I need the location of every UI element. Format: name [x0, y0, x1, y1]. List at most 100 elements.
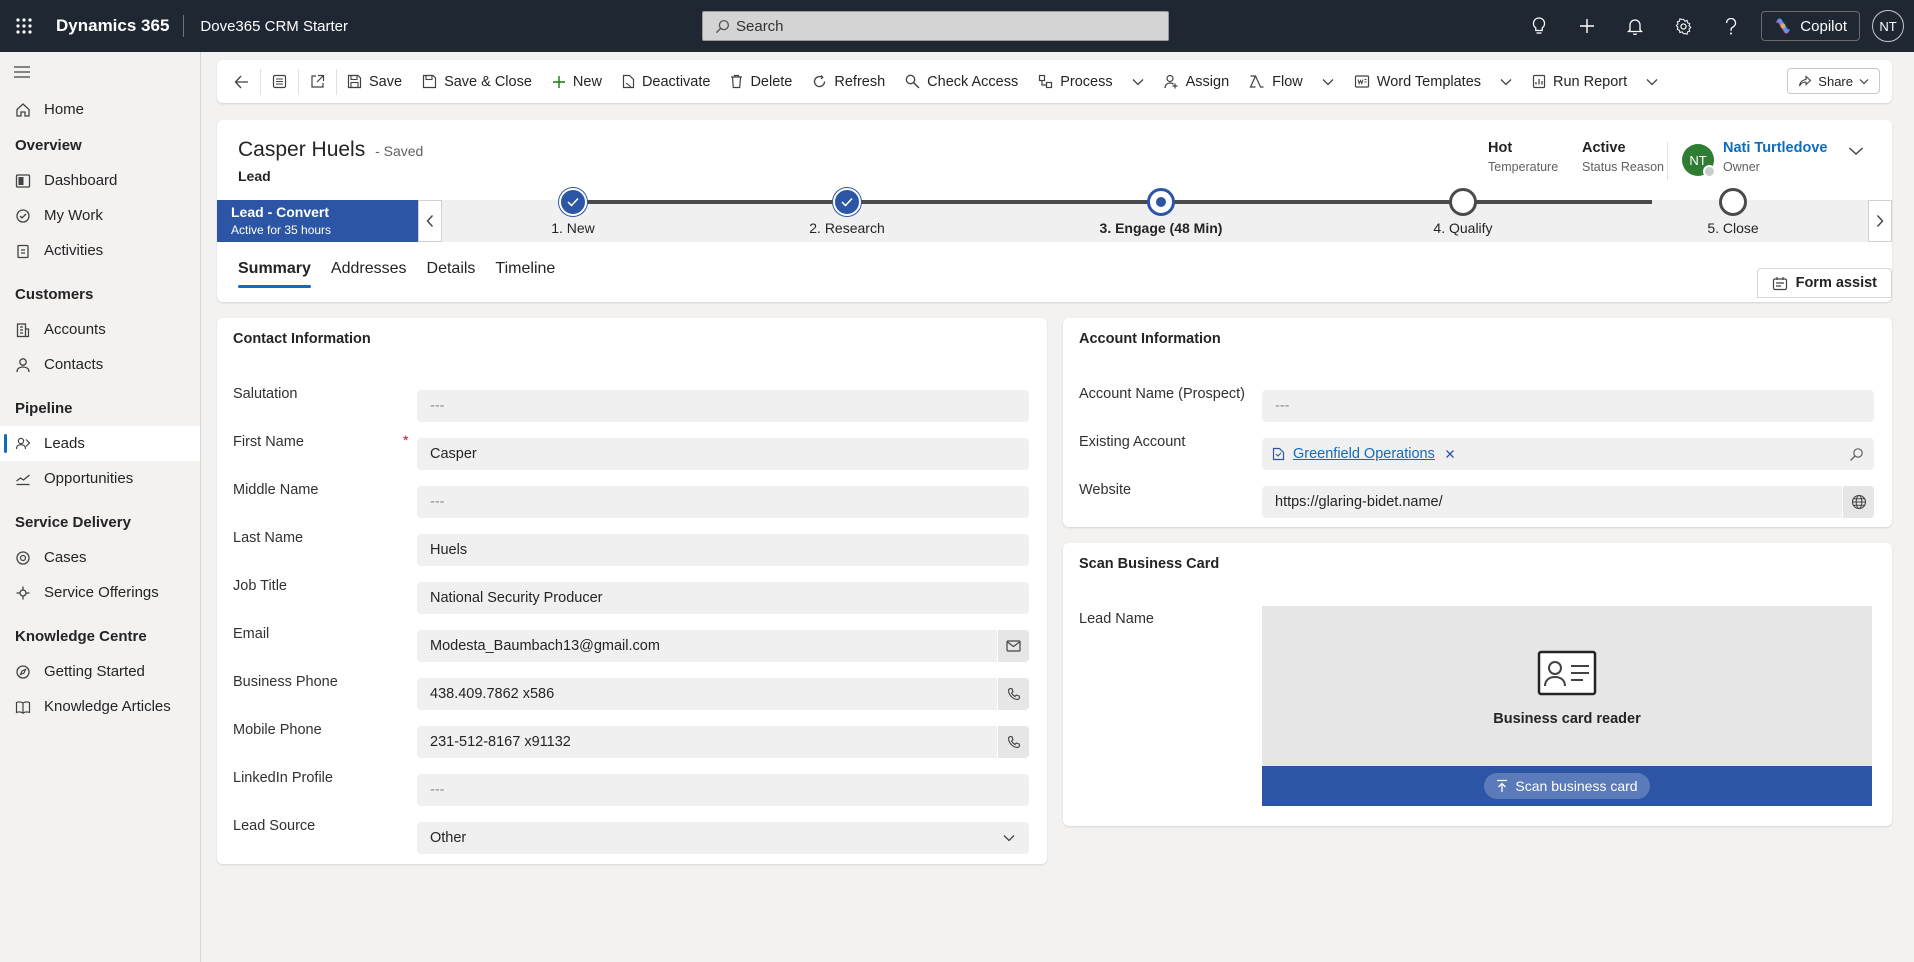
- website-input[interactable]: https://glaring-bidet.name/: [1262, 486, 1874, 518]
- sidebar-item-accounts[interactable]: Accounts: [0, 312, 200, 347]
- business-phone-input[interactable]: 438.409.7862 x586: [417, 678, 1029, 710]
- plus-icon: [552, 75, 566, 89]
- assign-label: Assign: [1185, 73, 1230, 90]
- lookup-search-icon[interactable]: [1849, 447, 1864, 462]
- save-close-button[interactable]: Save & Close: [412, 65, 542, 99]
- app-launcher-icon[interactable]: [0, 0, 48, 52]
- sidebar-item-opportunities[interactable]: Opportunities: [0, 461, 200, 496]
- existing-account-link[interactable]: Greenfield Operations: [1293, 446, 1435, 462]
- form-view-button[interactable]: [261, 65, 298, 99]
- salutation-input[interactable]: ---: [417, 390, 1029, 422]
- bpf-active-process[interactable]: Lead - Convert Active for 35 hours: [217, 200, 418, 242]
- app-name[interactable]: Dynamics 365: [48, 16, 183, 36]
- deactivate-button[interactable]: Deactivate: [612, 65, 721, 99]
- sidebar-item-getting-started[interactable]: Getting Started: [0, 654, 200, 689]
- add-icon[interactable]: [1563, 0, 1611, 52]
- back-button[interactable]: [223, 65, 260, 99]
- globe-icon: [1851, 494, 1867, 510]
- sidebar-item-leads[interactable]: Leads: [0, 426, 200, 461]
- phone-icon: [1007, 687, 1021, 701]
- mobile-phone-input[interactable]: 231-512-8167 x91132: [417, 726, 1029, 758]
- tab-details[interactable]: Details: [427, 260, 476, 288]
- lightbulb-icon[interactable]: [1515, 0, 1563, 52]
- hamburger-menu-icon[interactable]: [0, 52, 200, 92]
- search-icon: [905, 74, 920, 89]
- run-report-label: Run Report: [1553, 73, 1628, 90]
- header-expand-chevron-icon[interactable]: [1848, 146, 1864, 156]
- tab-addresses[interactable]: Addresses: [331, 260, 407, 288]
- sidebar-item-knowledge-articles[interactable]: Knowledge Articles: [0, 689, 200, 724]
- new-button[interactable]: New: [542, 65, 612, 99]
- account-name-input[interactable]: ---: [1262, 390, 1874, 422]
- chevron-right-icon: [1876, 214, 1884, 228]
- header-field-status-reason[interactable]: Active Status Reason: [1582, 140, 1664, 174]
- sidebar-item-home[interactable]: Home: [0, 92, 200, 127]
- help-icon[interactable]: [1707, 0, 1755, 52]
- bpf-stage-close[interactable]: 5. Close: [1653, 188, 1813, 236]
- environment-name[interactable]: Dove365 CRM Starter: [184, 18, 348, 35]
- open-website-button[interactable]: [1842, 486, 1874, 518]
- sidebar-item-my-work[interactable]: My Work: [0, 198, 200, 233]
- call-mobile-phone-button[interactable]: [997, 726, 1029, 758]
- word-templates-button[interactable]: Word Templates: [1344, 65, 1522, 99]
- field-label: Business Phone: [233, 674, 338, 690]
- sidebar-item-service-offerings[interactable]: Service Offerings: [0, 575, 200, 610]
- linkedin-profile-input[interactable]: ---: [417, 774, 1029, 806]
- sidebar-item-dashboard[interactable]: Dashboard: [0, 163, 200, 198]
- check-access-button[interactable]: Check Access: [895, 65, 1028, 99]
- gear-icon[interactable]: [1659, 0, 1707, 52]
- delete-button[interactable]: Delete: [720, 65, 802, 99]
- tab-summary[interactable]: Summary: [238, 260, 311, 288]
- sidebar-item-activities[interactable]: Activities: [0, 233, 200, 268]
- last-name-input[interactable]: Huels: [417, 534, 1029, 566]
- copilot-label: Copilot: [1800, 17, 1847, 35]
- send-email-button[interactable]: [997, 630, 1029, 662]
- header-field-temperature[interactable]: Hot Temperature: [1488, 140, 1558, 174]
- refresh-button[interactable]: Refresh: [802, 65, 895, 99]
- bpf-stage-research[interactable]: 2. Research: [767, 188, 927, 236]
- user-avatar[interactable]: NT: [1872, 10, 1904, 42]
- flow-button[interactable]: Flow: [1239, 65, 1344, 99]
- field-label: First Name: [233, 434, 304, 450]
- person-icon: [15, 357, 31, 373]
- tab-timeline[interactable]: Timeline: [495, 260, 555, 288]
- form-assist-button[interactable]: Form assist: [1756, 268, 1892, 298]
- field-email: Email Modesta_Baumbach13@gmail.com: [233, 624, 1029, 662]
- bpf-stage-engage[interactable]: 3. Engage (48 Min): [1061, 188, 1261, 236]
- dashboard-icon: [15, 173, 31, 189]
- lead-source-select[interactable]: Other: [417, 822, 1029, 854]
- bpf-duration: Active for 35 hours: [231, 223, 332, 237]
- global-search-input[interactable]: Search: [702, 11, 1169, 41]
- bpf-stage-new[interactable]: 1. New: [493, 188, 653, 236]
- bpf-next-button[interactable]: [1868, 200, 1892, 242]
- owner-name-link[interactable]: Nati Turtledove: [1723, 140, 1827, 156]
- save-button[interactable]: Save: [337, 65, 412, 99]
- copilot-button[interactable]: Copilot: [1761, 11, 1860, 41]
- share-button[interactable]: Share: [1787, 68, 1880, 94]
- open-new-window-button[interactable]: [299, 65, 336, 99]
- form-assist-icon: [1772, 276, 1788, 291]
- bell-icon[interactable]: [1611, 0, 1659, 52]
- remove-lookup-icon[interactable]: [1445, 449, 1455, 459]
- sidebar-item-cases[interactable]: Cases: [0, 540, 200, 575]
- bpf-previous-button[interactable]: [418, 200, 442, 242]
- bpf-stage-qualify[interactable]: 4. Qualify: [1383, 188, 1543, 236]
- mail-icon: [1006, 640, 1021, 652]
- field-last-name: Last Name Huels: [233, 528, 1029, 566]
- existing-account-lookup[interactable]: Greenfield Operations: [1262, 438, 1874, 470]
- owner-avatar[interactable]: NT: [1682, 144, 1716, 178]
- assign-button[interactable]: Assign: [1154, 65, 1240, 99]
- middle-name-input[interactable]: ---: [417, 486, 1029, 518]
- sidebar-item-contacts[interactable]: Contacts: [0, 347, 200, 382]
- save-close-label: Save & Close: [444, 73, 532, 90]
- scan-business-card-button[interactable]: Scan business card: [1484, 773, 1650, 799]
- call-business-phone-button[interactable]: [997, 678, 1029, 710]
- job-title-input[interactable]: National Security Producer: [417, 582, 1029, 614]
- email-input[interactable]: Modesta_Baumbach13@gmail.com: [417, 630, 1029, 662]
- run-report-button[interactable]: Run Report: [1522, 65, 1668, 99]
- stage-complete-check-icon: [559, 188, 587, 216]
- first-name-input[interactable]: Casper: [417, 438, 1029, 470]
- field-website: Website https://glaring-bidet.name/: [1079, 480, 1874, 518]
- sidebar-group-pipeline: Pipeline: [15, 400, 73, 417]
- process-button[interactable]: Process: [1028, 65, 1153, 99]
